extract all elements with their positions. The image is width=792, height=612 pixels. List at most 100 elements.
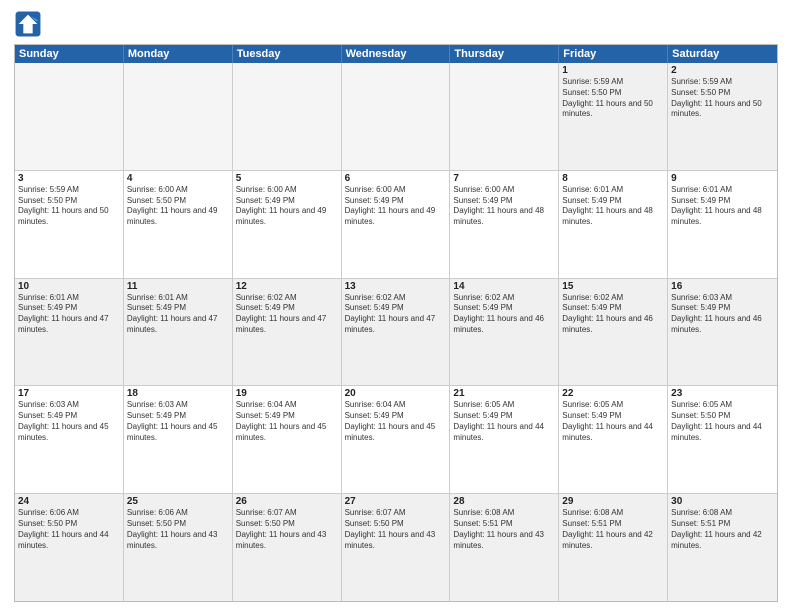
day-header-wednesday: Wednesday bbox=[342, 45, 451, 63]
cell-info: Sunrise: 6:05 AM Sunset: 5:49 PM Dayligh… bbox=[562, 400, 664, 443]
calendar-cell: 7Sunrise: 6:00 AM Sunset: 5:49 PM Daylig… bbox=[450, 171, 559, 278]
cell-info: Sunrise: 6:00 AM Sunset: 5:49 PM Dayligh… bbox=[236, 185, 338, 228]
calendar-cell: 5Sunrise: 6:00 AM Sunset: 5:49 PM Daylig… bbox=[233, 171, 342, 278]
page: SundayMondayTuesdayWednesdayThursdayFrid… bbox=[0, 0, 792, 612]
cell-info: Sunrise: 6:01 AM Sunset: 5:49 PM Dayligh… bbox=[18, 293, 120, 336]
cell-info: Sunrise: 6:04 AM Sunset: 5:49 PM Dayligh… bbox=[236, 400, 338, 443]
cell-info: Sunrise: 5:59 AM Sunset: 5:50 PM Dayligh… bbox=[18, 185, 120, 228]
calendar-cell: 11Sunrise: 6:01 AM Sunset: 5:49 PM Dayli… bbox=[124, 279, 233, 386]
calendar-body: 1Sunrise: 5:59 AM Sunset: 5:50 PM Daylig… bbox=[15, 63, 777, 601]
day-header-saturday: Saturday bbox=[668, 45, 777, 63]
cell-info: Sunrise: 6:01 AM Sunset: 5:49 PM Dayligh… bbox=[562, 185, 664, 228]
calendar-cell bbox=[450, 63, 559, 170]
cell-info: Sunrise: 6:05 AM Sunset: 5:50 PM Dayligh… bbox=[671, 400, 774, 443]
calendar-row-5: 24Sunrise: 6:06 AM Sunset: 5:50 PM Dayli… bbox=[15, 494, 777, 601]
cell-info: Sunrise: 6:01 AM Sunset: 5:49 PM Dayligh… bbox=[127, 293, 229, 336]
calendar-cell: 27Sunrise: 6:07 AM Sunset: 5:50 PM Dayli… bbox=[342, 494, 451, 601]
calendar-cell bbox=[124, 63, 233, 170]
calendar-cell: 4Sunrise: 6:00 AM Sunset: 5:50 PM Daylig… bbox=[124, 171, 233, 278]
calendar-cell: 15Sunrise: 6:02 AM Sunset: 5:49 PM Dayli… bbox=[559, 279, 668, 386]
day-number: 25 bbox=[127, 496, 229, 507]
cell-info: Sunrise: 6:02 AM Sunset: 5:49 PM Dayligh… bbox=[236, 293, 338, 336]
calendar-cell bbox=[342, 63, 451, 170]
day-number: 5 bbox=[236, 173, 338, 184]
calendar-cell bbox=[233, 63, 342, 170]
day-number: 14 bbox=[453, 281, 555, 292]
day-number: 1 bbox=[562, 65, 664, 76]
day-number: 9 bbox=[671, 173, 774, 184]
calendar-cell: 21Sunrise: 6:05 AM Sunset: 5:49 PM Dayli… bbox=[450, 386, 559, 493]
cell-info: Sunrise: 6:07 AM Sunset: 5:50 PM Dayligh… bbox=[236, 508, 338, 551]
day-header-monday: Monday bbox=[124, 45, 233, 63]
cell-info: Sunrise: 6:03 AM Sunset: 5:49 PM Dayligh… bbox=[18, 400, 120, 443]
day-number: 16 bbox=[671, 281, 774, 292]
calendar-cell: 18Sunrise: 6:03 AM Sunset: 5:49 PM Dayli… bbox=[124, 386, 233, 493]
calendar: SundayMondayTuesdayWednesdayThursdayFrid… bbox=[14, 44, 778, 602]
day-header-thursday: Thursday bbox=[450, 45, 559, 63]
cell-info: Sunrise: 6:02 AM Sunset: 5:49 PM Dayligh… bbox=[345, 293, 447, 336]
day-number: 19 bbox=[236, 388, 338, 399]
calendar-cell bbox=[15, 63, 124, 170]
cell-info: Sunrise: 6:05 AM Sunset: 5:49 PM Dayligh… bbox=[453, 400, 555, 443]
day-number: 24 bbox=[18, 496, 120, 507]
day-number: 18 bbox=[127, 388, 229, 399]
cell-info: Sunrise: 5:59 AM Sunset: 5:50 PM Dayligh… bbox=[671, 77, 774, 120]
cell-info: Sunrise: 6:00 AM Sunset: 5:49 PM Dayligh… bbox=[345, 185, 447, 228]
calendar-cell: 25Sunrise: 6:06 AM Sunset: 5:50 PM Dayli… bbox=[124, 494, 233, 601]
calendar-cell: 28Sunrise: 6:08 AM Sunset: 5:51 PM Dayli… bbox=[450, 494, 559, 601]
cell-info: Sunrise: 6:02 AM Sunset: 5:49 PM Dayligh… bbox=[453, 293, 555, 336]
calendar-cell: 13Sunrise: 6:02 AM Sunset: 5:49 PM Dayli… bbox=[342, 279, 451, 386]
day-header-friday: Friday bbox=[559, 45, 668, 63]
calendar-cell: 24Sunrise: 6:06 AM Sunset: 5:50 PM Dayli… bbox=[15, 494, 124, 601]
cell-info: Sunrise: 6:08 AM Sunset: 5:51 PM Dayligh… bbox=[562, 508, 664, 551]
calendar-row-3: 10Sunrise: 6:01 AM Sunset: 5:49 PM Dayli… bbox=[15, 279, 777, 387]
calendar-cell: 10Sunrise: 6:01 AM Sunset: 5:49 PM Dayli… bbox=[15, 279, 124, 386]
cell-info: Sunrise: 6:03 AM Sunset: 5:49 PM Dayligh… bbox=[671, 293, 774, 336]
day-header-sunday: Sunday bbox=[15, 45, 124, 63]
cell-info: Sunrise: 6:06 AM Sunset: 5:50 PM Dayligh… bbox=[18, 508, 120, 551]
cell-info: Sunrise: 6:01 AM Sunset: 5:49 PM Dayligh… bbox=[671, 185, 774, 228]
day-number: 10 bbox=[18, 281, 120, 292]
day-number: 20 bbox=[345, 388, 447, 399]
day-number: 6 bbox=[345, 173, 447, 184]
calendar-row-2: 3Sunrise: 5:59 AM Sunset: 5:50 PM Daylig… bbox=[15, 171, 777, 279]
day-number: 2 bbox=[671, 65, 774, 76]
calendar-cell: 20Sunrise: 6:04 AM Sunset: 5:49 PM Dayli… bbox=[342, 386, 451, 493]
day-number: 3 bbox=[18, 173, 120, 184]
calendar-row-1: 1Sunrise: 5:59 AM Sunset: 5:50 PM Daylig… bbox=[15, 63, 777, 171]
day-number: 28 bbox=[453, 496, 555, 507]
cell-info: Sunrise: 6:04 AM Sunset: 5:49 PM Dayligh… bbox=[345, 400, 447, 443]
day-number: 29 bbox=[562, 496, 664, 507]
day-number: 23 bbox=[671, 388, 774, 399]
cell-info: Sunrise: 6:08 AM Sunset: 5:51 PM Dayligh… bbox=[671, 508, 774, 551]
day-number: 17 bbox=[18, 388, 120, 399]
calendar-cell: 8Sunrise: 6:01 AM Sunset: 5:49 PM Daylig… bbox=[559, 171, 668, 278]
day-number: 8 bbox=[562, 173, 664, 184]
cell-info: Sunrise: 5:59 AM Sunset: 5:50 PM Dayligh… bbox=[562, 77, 664, 120]
logo-icon bbox=[14, 10, 42, 38]
calendar-cell: 30Sunrise: 6:08 AM Sunset: 5:51 PM Dayli… bbox=[668, 494, 777, 601]
calendar-cell: 29Sunrise: 6:08 AM Sunset: 5:51 PM Dayli… bbox=[559, 494, 668, 601]
day-number: 7 bbox=[453, 173, 555, 184]
header bbox=[14, 10, 778, 38]
day-number: 21 bbox=[453, 388, 555, 399]
day-number: 27 bbox=[345, 496, 447, 507]
cell-info: Sunrise: 6:02 AM Sunset: 5:49 PM Dayligh… bbox=[562, 293, 664, 336]
cell-info: Sunrise: 6:06 AM Sunset: 5:50 PM Dayligh… bbox=[127, 508, 229, 551]
day-header-tuesday: Tuesday bbox=[233, 45, 342, 63]
logo bbox=[14, 10, 46, 38]
calendar-cell: 17Sunrise: 6:03 AM Sunset: 5:49 PM Dayli… bbox=[15, 386, 124, 493]
calendar-cell: 9Sunrise: 6:01 AM Sunset: 5:49 PM Daylig… bbox=[668, 171, 777, 278]
day-number: 12 bbox=[236, 281, 338, 292]
calendar-cell: 2Sunrise: 5:59 AM Sunset: 5:50 PM Daylig… bbox=[668, 63, 777, 170]
day-number: 15 bbox=[562, 281, 664, 292]
day-number: 4 bbox=[127, 173, 229, 184]
calendar-cell: 1Sunrise: 5:59 AM Sunset: 5:50 PM Daylig… bbox=[559, 63, 668, 170]
cell-info: Sunrise: 6:00 AM Sunset: 5:49 PM Dayligh… bbox=[453, 185, 555, 228]
cell-info: Sunrise: 6:03 AM Sunset: 5:49 PM Dayligh… bbox=[127, 400, 229, 443]
day-number: 13 bbox=[345, 281, 447, 292]
day-number: 22 bbox=[562, 388, 664, 399]
calendar-cell: 19Sunrise: 6:04 AM Sunset: 5:49 PM Dayli… bbox=[233, 386, 342, 493]
calendar-cell: 22Sunrise: 6:05 AM Sunset: 5:49 PM Dayli… bbox=[559, 386, 668, 493]
calendar-cell: 16Sunrise: 6:03 AM Sunset: 5:49 PM Dayli… bbox=[668, 279, 777, 386]
